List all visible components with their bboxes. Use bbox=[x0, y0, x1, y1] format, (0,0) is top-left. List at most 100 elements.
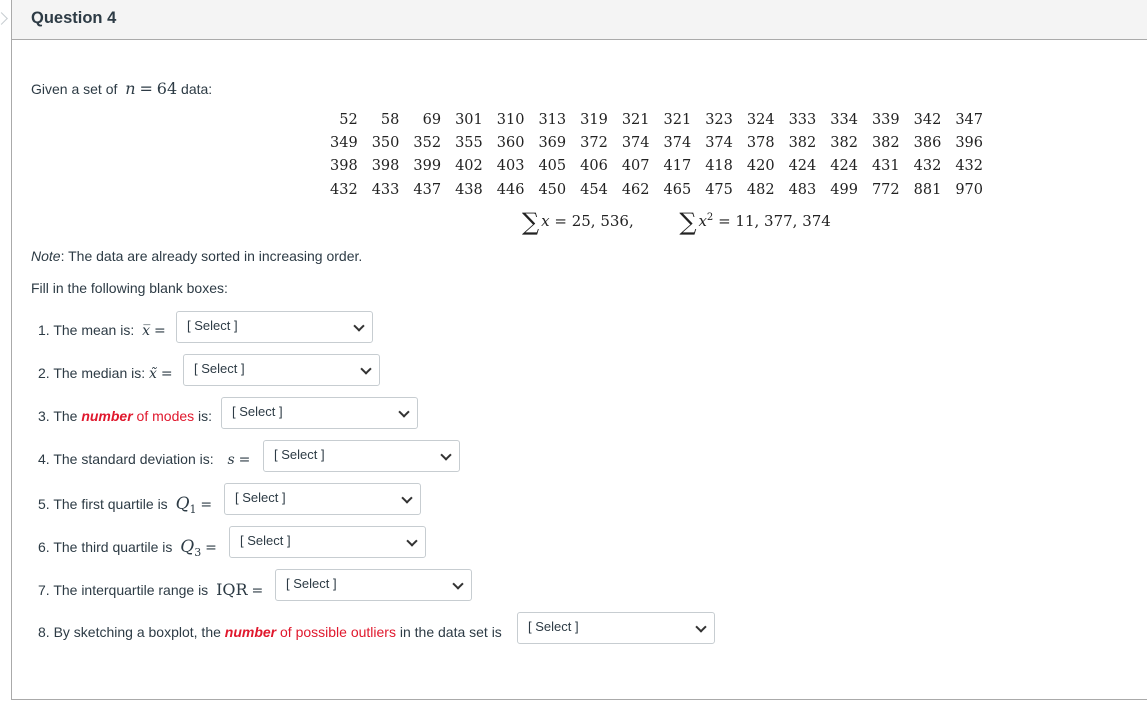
equals-sign: = bbox=[238, 452, 251, 468]
chevron-down-icon bbox=[401, 492, 413, 504]
item-5-label: 5. The first quartile is Q1 = bbox=[38, 494, 212, 516]
data-value: 333 bbox=[788, 111, 817, 128]
q3-select[interactable]: [ Select ] bbox=[229, 526, 426, 558]
data-value: 324 bbox=[746, 111, 775, 128]
q1-symbol: Q bbox=[175, 494, 190, 514]
data-value: 349 bbox=[330, 134, 358, 151]
data-value: 405 bbox=[538, 158, 567, 175]
sigma-icon: ∑ bbox=[522, 208, 540, 236]
item-label-text: 7. The interquartile range is bbox=[38, 582, 209, 598]
data-value: 347 bbox=[955, 111, 983, 128]
select-placeholder: [ Select ] bbox=[187, 318, 238, 333]
instruction-text: Fill in the following blank boxes: bbox=[31, 280, 228, 296]
data-value: 310 bbox=[496, 111, 525, 128]
select-placeholder: [ Select ] bbox=[235, 490, 286, 505]
data-value: 483 bbox=[788, 181, 817, 198]
data-value: 462 bbox=[621, 181, 650, 198]
data-value: 499 bbox=[830, 181, 858, 198]
data-value: 399 bbox=[413, 158, 442, 175]
data-value: 432 bbox=[913, 158, 942, 175]
equals-sign: = bbox=[200, 497, 213, 513]
data-value: 424 bbox=[788, 158, 817, 175]
select-placeholder: [ Select ] bbox=[240, 533, 291, 548]
item-label-text: 1. The mean is: bbox=[38, 322, 135, 338]
question-body: Given a set of n = 64 data: 52 58 69 301 310… bbox=[12, 40, 1147, 699]
item-label-text: 3. The bbox=[38, 408, 82, 424]
data-value: 334 bbox=[830, 111, 858, 128]
outliers-select[interactable]: [ Select ] bbox=[517, 612, 715, 644]
data-row: 432 433 437 438 446 450 454 462 465 475 482 483 499 7… bbox=[330, 178, 983, 201]
sum-x-var: x bbox=[541, 212, 550, 230]
select-placeholder: [ Select ] bbox=[274, 447, 325, 462]
data-value: 374 bbox=[621, 134, 650, 151]
note-text: Note: The data are already sorted in inc… bbox=[31, 248, 362, 264]
mean-select[interactable]: [ Select ] bbox=[176, 311, 373, 343]
sum-x2-var: x bbox=[698, 212, 707, 230]
data-value: 482 bbox=[746, 181, 775, 198]
data-value: 417 bbox=[663, 158, 692, 175]
data-value: 319 bbox=[580, 111, 608, 128]
data-value: 382 bbox=[830, 134, 858, 151]
item-label-text: 4. The standard deviation is: bbox=[38, 451, 214, 467]
emphasis-number: number bbox=[224, 624, 277, 640]
data-value: 386 bbox=[913, 134, 942, 151]
data-value: 369 bbox=[538, 134, 567, 151]
mean-symbol: x̅ bbox=[142, 323, 151, 339]
select-placeholder: [ Select ] bbox=[528, 619, 579, 634]
data-value: 970 bbox=[955, 181, 983, 198]
intro-text: Given a set of n = 64 data: bbox=[31, 79, 212, 98]
emphasis-number: number bbox=[81, 408, 133, 424]
intro-suffix: data: bbox=[181, 81, 213, 97]
data-value: 350 bbox=[371, 134, 400, 151]
data-value: 355 bbox=[455, 134, 483, 151]
data-value: 321 bbox=[663, 111, 692, 128]
data-value: 772 bbox=[871, 181, 900, 198]
std-dev-select[interactable]: [ Select ] bbox=[263, 440, 460, 472]
data-value: 374 bbox=[663, 134, 692, 151]
data-value: 398 bbox=[330, 158, 358, 175]
equals-sign: = bbox=[205, 540, 217, 556]
q1-subscript: 1 bbox=[189, 502, 197, 516]
data-value: 402 bbox=[455, 158, 483, 175]
data-value: 58 bbox=[380, 111, 400, 128]
chevron-down-icon bbox=[406, 535, 418, 547]
data-value: 301 bbox=[455, 111, 483, 128]
data-table: 52 58 69 301 310 313 319 321 321 323 324 333 334 339 3… bbox=[330, 108, 983, 201]
iqr-symbol: IQR bbox=[216, 580, 248, 599]
data-value: 69 bbox=[422, 111, 442, 128]
item-1-label: 1. The mean is: x̅ = bbox=[38, 322, 166, 339]
data-value: 406 bbox=[580, 158, 608, 175]
q3-symbol: Q bbox=[180, 537, 195, 557]
data-value: 465 bbox=[663, 181, 692, 198]
sum-x2-value: = 11, 377, 374 bbox=[713, 212, 831, 230]
sd-symbol: s bbox=[227, 452, 235, 468]
item-label-text: is: bbox=[194, 408, 213, 424]
data-value: 403 bbox=[496, 158, 525, 175]
q3-subscript: 3 bbox=[194, 545, 202, 559]
modes-select[interactable]: [ Select ] bbox=[221, 397, 418, 429]
data-value: 360 bbox=[496, 134, 525, 151]
chevron-down-icon bbox=[452, 578, 464, 590]
iqr-select[interactable]: [ Select ] bbox=[275, 569, 472, 601]
chevron-down-icon bbox=[353, 320, 365, 332]
data-value: 418 bbox=[705, 158, 733, 175]
data-value: 323 bbox=[705, 111, 733, 128]
median-select[interactable]: [ Select ] bbox=[183, 354, 380, 386]
data-row: 398 398 399 402 403 405 406 407 417 418 420 424 424 4… bbox=[330, 155, 983, 178]
data-row: 52 58 69 301 310 313 319 321 321 323 324 333 334 339 3… bbox=[330, 108, 983, 131]
data-value: 446 bbox=[496, 181, 525, 198]
median-symbol: x̃ bbox=[149, 366, 157, 382]
chevron-down-icon bbox=[360, 363, 372, 375]
q1-select[interactable]: [ Select ] bbox=[224, 483, 421, 515]
data-value: 321 bbox=[621, 111, 650, 128]
collapse-arrow-icon[interactable] bbox=[0, 12, 8, 25]
equals-sign: = bbox=[160, 366, 173, 382]
data-value: 407 bbox=[621, 158, 650, 175]
sigma-icon: ∑ bbox=[679, 208, 697, 236]
data-value: 339 bbox=[871, 111, 900, 128]
data-value: 432 bbox=[955, 158, 983, 175]
equals-sign: = bbox=[251, 583, 264, 599]
intro-prefix: Given a set of bbox=[31, 81, 118, 97]
sum-x-value: = 25, 536, bbox=[549, 212, 634, 230]
data-value: 424 bbox=[830, 158, 858, 175]
